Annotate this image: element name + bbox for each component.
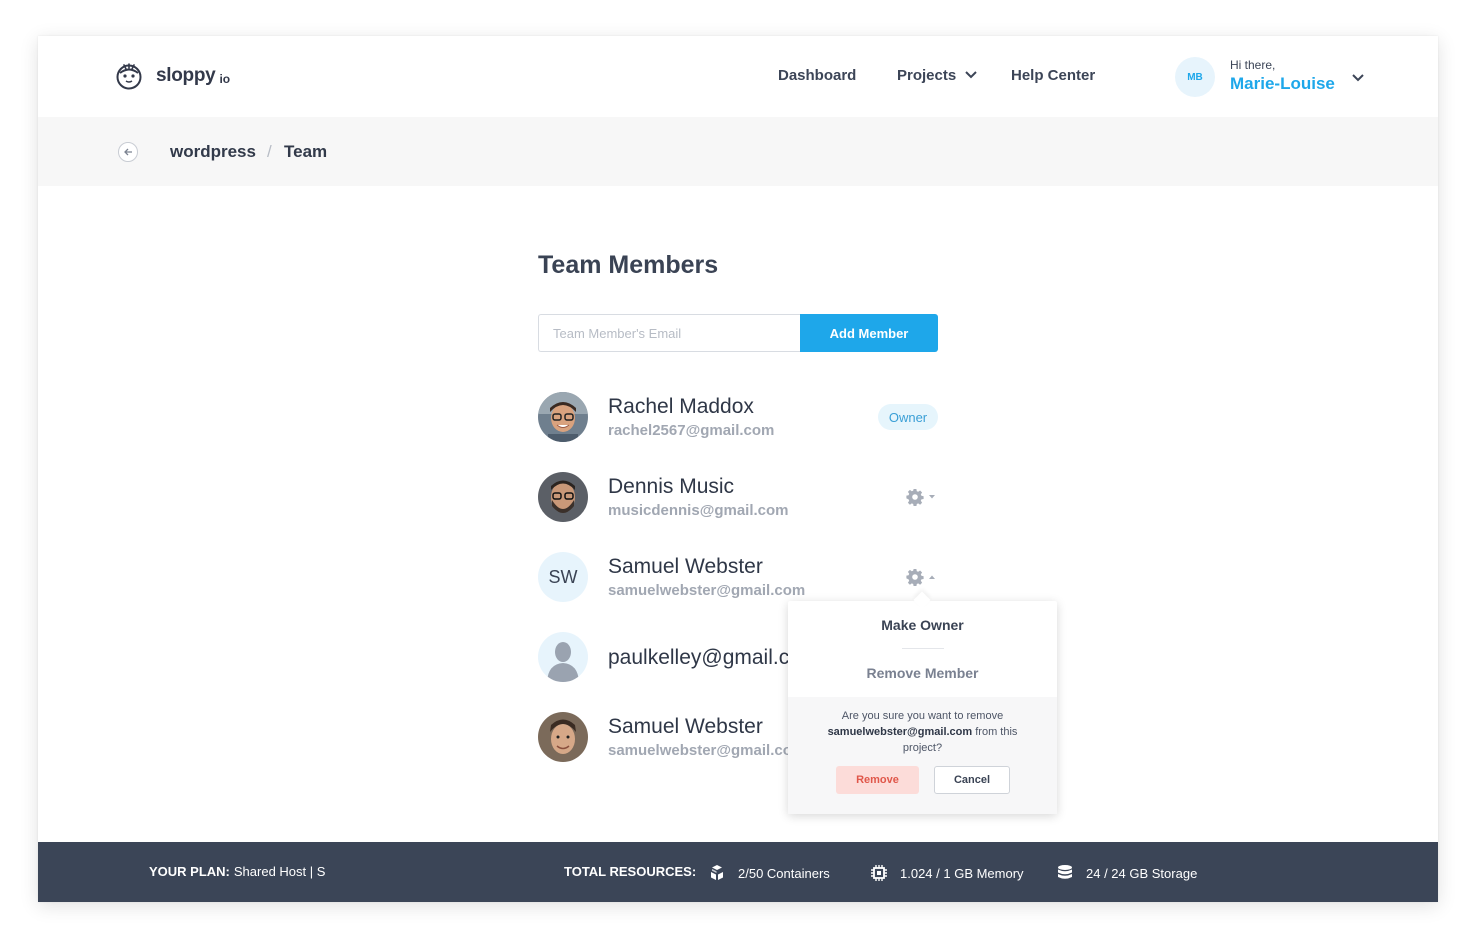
member-email: musicdennis@gmail.com xyxy=(608,502,789,519)
gear-icon xyxy=(906,569,924,586)
user-avatar[interactable]: MB xyxy=(1175,57,1215,97)
breadcrumb-current: Team xyxy=(284,142,328,161)
divider xyxy=(902,648,944,649)
team-member-row: Rachel Maddox rachel2567@gmail.com Owner xyxy=(538,392,958,444)
caret-down-icon xyxy=(929,495,935,499)
confirm-email: samuelwebster@gmail.com xyxy=(827,726,973,738)
storage-value: 24 / 24 GB Storage xyxy=(1086,865,1198,881)
user-menu-chevron-icon[interactable] xyxy=(1351,73,1365,83)
remove-confirmation: Are you sure you want to remove samuelwe… xyxy=(788,697,1057,814)
memory-stat: 1.024 / 1 GB Memory xyxy=(870,864,1024,882)
member-email-input[interactable] xyxy=(538,314,800,352)
member-avatar-photo xyxy=(538,712,588,762)
greeting-text: Hi there, xyxy=(1230,58,1276,72)
memory-value: 1.024 / 1 GB Memory xyxy=(900,865,1024,881)
user-name[interactable]: Marie-Louise xyxy=(1230,74,1335,94)
breadcrumb: wordpress / Team xyxy=(38,117,1438,186)
member-email: samuelwebster@gmail.com xyxy=(608,582,806,599)
containers-value: 2/50 Containers xyxy=(738,865,830,881)
sloth-logo-icon xyxy=(116,63,142,90)
plan-label: YOUR PLAN: xyxy=(149,864,230,879)
breadcrumb-project[interactable]: wordpress xyxy=(170,142,256,162)
member-avatar-photo xyxy=(538,472,588,522)
member-settings-button[interactable] xyxy=(906,486,940,508)
member-name: Samuel Webster xyxy=(608,555,763,578)
member-settings-button[interactable] xyxy=(906,566,940,588)
containers-icon xyxy=(711,865,723,880)
nav-projects[interactable]: Projects xyxy=(897,67,956,84)
resources-label: TOTAL RESOURCES: xyxy=(564,864,697,879)
back-button[interactable] xyxy=(118,142,138,162)
team-member-row: SW Samuel Webster samuelwebster@gmail.co… xyxy=(538,552,958,604)
confirm-remove-button[interactable]: Remove xyxy=(836,766,919,794)
chip-icon xyxy=(871,865,887,881)
remove-member-option[interactable]: Remove Member xyxy=(788,665,1057,681)
member-email: rachel2567@gmail.com xyxy=(608,422,775,439)
member-avatar-placeholder xyxy=(538,632,588,682)
member-actions-popover: Make Owner Remove Member Are you sure yo… xyxy=(788,591,1057,814)
logo[interactable]: sloppy io xyxy=(115,62,230,90)
member-name: Rachel Maddox xyxy=(608,395,754,418)
arrow-left-icon xyxy=(124,148,132,156)
cancel-button[interactable]: Cancel xyxy=(934,766,1010,794)
make-owner-option[interactable]: Make Owner xyxy=(788,617,1057,633)
page-title: Team Members xyxy=(538,251,719,279)
nav-dashboard[interactable]: Dashboard xyxy=(778,67,856,84)
gear-icon xyxy=(906,489,924,506)
team-member-row: Dennis Music musicdennis@gmail.com xyxy=(538,472,958,524)
brand-name: sloppy xyxy=(156,65,216,86)
nav-help-center[interactable]: Help Center xyxy=(1011,67,1095,84)
containers-stat: 2/50 Containers xyxy=(708,864,830,882)
confirm-text-pre: Are you sure you want to remove xyxy=(841,710,1004,722)
member-avatar-photo xyxy=(538,392,588,442)
member-name: paulkelley@gmail.c xyxy=(608,646,788,669)
brand-suffix: io xyxy=(219,72,231,86)
storage-stat: 24 / 24 GB Storage xyxy=(1056,864,1197,882)
database-icon xyxy=(1058,865,1072,879)
member-name: Samuel Webster xyxy=(608,715,763,738)
add-member-button[interactable]: Add Member xyxy=(800,314,938,352)
confirm-message: Are you sure you want to remove samuelwe… xyxy=(816,708,1029,756)
plan-info: YOUR PLAN: Shared Host | S xyxy=(149,864,325,879)
member-email: samuelwebster@gmail.co xyxy=(608,742,788,759)
caret-up-icon xyxy=(929,575,935,579)
top-navbar: sloppy io Dashboard Projects Help Center… xyxy=(38,36,1438,117)
chevron-down-icon[interactable] xyxy=(964,70,978,80)
plan-value: Shared Host | S xyxy=(233,864,326,879)
member-avatar-initials: SW xyxy=(538,552,588,602)
breadcrumb-separator: / xyxy=(267,142,272,161)
member-name: Dennis Music xyxy=(608,475,735,498)
resources-label-wrap: TOTAL RESOURCES: xyxy=(564,864,700,879)
footer-bar: YOUR PLAN: Shared Host | S TOTAL RESOURC… xyxy=(38,842,1438,902)
owner-badge: Owner xyxy=(878,404,938,430)
app-window: sloppy io Dashboard Projects Help Center… xyxy=(38,36,1438,902)
